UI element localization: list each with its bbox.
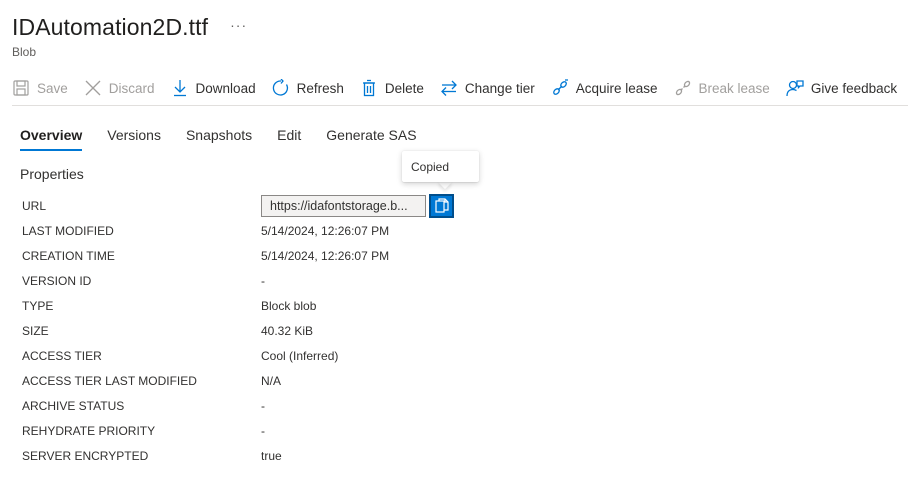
property-row: REHYDRATE PRIORITY -: [22, 418, 454, 443]
property-row: CREATION TIME 5/14/2024, 12:26:07 PM: [22, 243, 454, 268]
tab-list: Overview Versions Snapshots Edit Generat…: [20, 127, 442, 151]
more-options-button[interactable]: ···: [230, 17, 247, 33]
command-bar: Save Discard Download Refresh Delete Cha…: [12, 76, 909, 100]
trash-icon: [362, 79, 375, 97]
tab-overview[interactable]: Overview: [20, 127, 83, 151]
properties-list: URL https://idafontstorage.b... LAST MOD…: [22, 193, 454, 468]
url-field[interactable]: https://idafontstorage.b...: [261, 194, 426, 217]
link-icon: [552, 79, 568, 95]
property-row: TYPE Block blob: [22, 293, 454, 318]
break-lease-button[interactable]: Break lease: [674, 79, 770, 97]
property-value: 5/14/2024, 12:26:07 PM: [261, 223, 390, 238]
properties-heading: Properties: [20, 166, 84, 182]
tab-edit[interactable]: Edit: [277, 127, 301, 151]
property-key: TYPE: [22, 298, 54, 313]
property-key: ACCESS TIER: [22, 348, 102, 363]
property-value: -: [261, 398, 265, 413]
property-key: SERVER ENCRYPTED: [22, 448, 149, 463]
toolbar-divider: [12, 105, 908, 106]
copy-to-clipboard-button[interactable]: [429, 193, 454, 218]
property-row: ARCHIVE STATUS -: [22, 393, 454, 418]
copy-icon: [434, 197, 449, 213]
property-value: 40.32 KiB: [261, 323, 314, 338]
swap-arrows-icon: [440, 80, 457, 96]
property-value: N/A: [261, 373, 282, 388]
break-lease-label: Break lease: [698, 80, 770, 96]
give-feedback-button[interactable]: Give feedback: [786, 79, 897, 97]
discard-label: Discard: [108, 80, 155, 96]
property-value: -: [261, 423, 265, 438]
property-value: -: [261, 273, 265, 288]
blob-header: IDAutomation2D.ttf ···: [12, 14, 247, 41]
page-subtitle: Blob: [12, 45, 37, 59]
property-key: ARCHIVE STATUS: [22, 398, 125, 413]
property-row: LAST MODIFIED 5/14/2024, 12:26:07 PM: [22, 218, 454, 243]
save-label: Save: [37, 80, 68, 96]
property-key: LAST MODIFIED: [22, 223, 114, 238]
property-key: VERSION ID: [22, 273, 92, 288]
property-row: ACCESS TIER LAST MODIFIED N/A: [22, 368, 454, 393]
property-key: URL: [22, 198, 47, 213]
property-value: Cool (Inferred): [261, 348, 339, 363]
property-key: ACCESS TIER LAST MODIFIED: [22, 373, 197, 388]
refresh-label: Refresh: [296, 80, 344, 96]
property-row-url: URL https://idafontstorage.b...: [22, 193, 454, 218]
download-button[interactable]: Download: [171, 79, 256, 97]
property-value: true: [261, 448, 282, 463]
property-row: SIZE 40.32 KiB: [22, 318, 454, 343]
property-value: 5/14/2024, 12:26:07 PM: [261, 248, 390, 263]
property-value: Block blob: [261, 298, 317, 313]
change-tier-label: Change tier: [464, 80, 535, 96]
download-icon: [173, 80, 186, 97]
acquire-lease-button[interactable]: Acquire lease: [551, 79, 658, 97]
property-key: CREATION TIME: [22, 248, 115, 263]
refresh-button[interactable]: Refresh: [272, 79, 344, 97]
close-icon: [85, 80, 101, 96]
page-title: IDAutomation2D.ttf: [12, 14, 209, 40]
delete-label: Delete: [384, 80, 424, 96]
copied-tooltip: Copied: [402, 151, 479, 182]
tab-snapshots[interactable]: Snapshots: [186, 127, 252, 151]
save-button[interactable]: Save: [12, 79, 68, 97]
tab-versions[interactable]: Versions: [107, 127, 161, 151]
discard-button[interactable]: Discard: [84, 79, 155, 97]
property-row: VERSION ID -: [22, 268, 454, 293]
broken-link-icon: [675, 80, 690, 96]
property-key: REHYDRATE PRIORITY: [22, 423, 156, 438]
delete-button[interactable]: Delete: [360, 79, 424, 97]
give-feedback-label: Give feedback: [810, 80, 898, 96]
property-key: SIZE: [22, 323, 49, 338]
property-row: SERVER ENCRYPTED true: [22, 443, 454, 468]
feedback-person-icon: [786, 80, 804, 97]
acquire-lease-label: Acquire lease: [575, 80, 658, 96]
refresh-icon: [272, 79, 288, 96]
tab-generate-sas[interactable]: Generate SAS: [326, 127, 416, 151]
change-tier-button[interactable]: Change tier: [440, 79, 535, 97]
property-row: ACCESS TIER Cool (Inferred): [22, 343, 454, 368]
download-label: Download: [195, 80, 256, 96]
save-icon: [13, 80, 29, 96]
